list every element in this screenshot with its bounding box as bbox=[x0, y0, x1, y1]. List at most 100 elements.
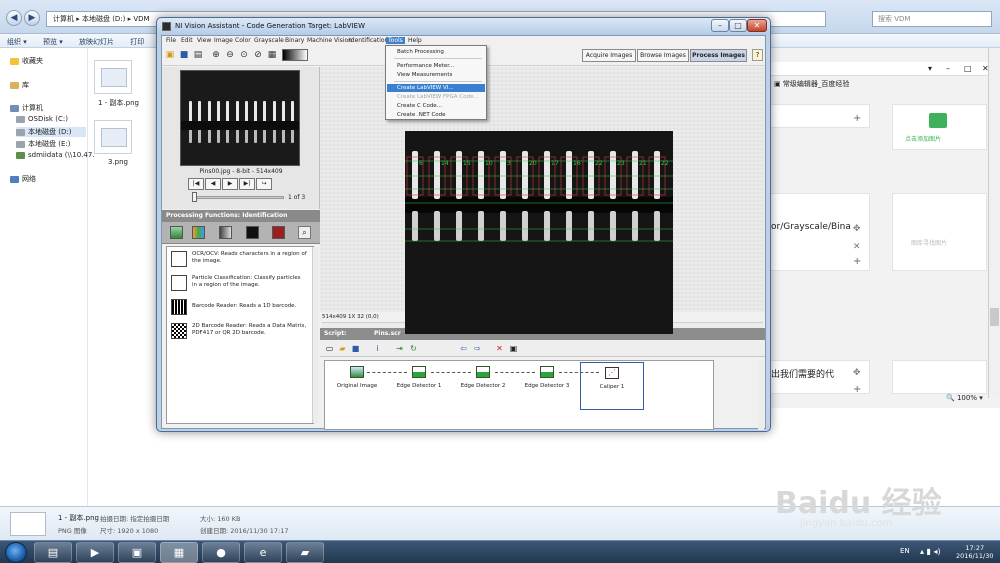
restore-icon[interactable]: □ bbox=[964, 64, 972, 73]
menu-image[interactable]: Image bbox=[212, 37, 235, 44]
add-image-box[interactable]: 点击添加图片 bbox=[892, 104, 987, 150]
tray-icons[interactable]: ▴ ▮ ◂) bbox=[920, 547, 941, 556]
file-name[interactable]: 1 - 副本.png bbox=[98, 98, 139, 108]
recorder-task-icon[interactable]: ● bbox=[202, 542, 240, 563]
menu-item-batch-processing[interactable]: Batch Processing bbox=[387, 48, 485, 56]
image-thumbnail[interactable] bbox=[180, 70, 300, 166]
clock[interactable]: 17:27 2016/11/30 bbox=[956, 544, 993, 560]
breadcrumb-item[interactable]: 计算机 bbox=[53, 15, 74, 23]
menu-color[interactable]: Color bbox=[233, 37, 253, 44]
dropdown-icon[interactable]: ▾ bbox=[928, 64, 932, 73]
function-list-scrollbar[interactable] bbox=[312, 247, 318, 423]
start-button[interactable] bbox=[5, 542, 27, 563]
palette-gradient[interactable] bbox=[282, 49, 308, 61]
menu-binary[interactable]: Binary bbox=[283, 37, 306, 44]
menu-grayscale[interactable]: Grayscale bbox=[252, 37, 286, 44]
scroll-thumb[interactable] bbox=[990, 308, 999, 326]
lut-icon[interactable]: ▦ bbox=[266, 49, 278, 61]
open-script-icon[interactable]: ▰ bbox=[337, 343, 348, 354]
menu-item-view-measurements[interactable]: View Measurements bbox=[387, 71, 485, 79]
info-icon[interactable]: i bbox=[372, 343, 383, 354]
tab-browse-images[interactable]: Browse Images bbox=[637, 49, 689, 62]
zoom-out-icon[interactable]: ⊖ bbox=[224, 49, 236, 61]
breadcrumb-item[interactable]: VDM bbox=[133, 15, 149, 23]
delete-icon[interactable]: ✕ bbox=[853, 242, 861, 252]
file-name[interactable]: 3.png bbox=[108, 158, 128, 166]
new-script-icon[interactable]: ▭ bbox=[324, 343, 335, 354]
run-continuous-icon[interactable]: ↻ bbox=[408, 343, 419, 354]
identification-category-icon[interactable]: ⌕ bbox=[298, 226, 311, 239]
sidebar-item-favorites[interactable]: 收藏夹 bbox=[10, 56, 43, 66]
move-icon[interactable]: ✥ bbox=[853, 368, 861, 378]
search-input[interactable]: 搜索 VDM bbox=[872, 11, 992, 27]
vision-assistant-task-icon[interactable]: ▦ bbox=[160, 542, 198, 563]
image-slider[interactable] bbox=[192, 196, 284, 199]
print-button[interactable]: 打印 bbox=[123, 34, 151, 50]
machine-vision-category-icon[interactable] bbox=[272, 226, 285, 239]
sidebar-item-network-drive[interactable]: sdmiidata (\\10.47. bbox=[16, 151, 95, 159]
menu-item-create-net-code[interactable]: Create .NET Code bbox=[387, 111, 485, 119]
breadcrumb-item[interactable]: 本地磁盘 (D:) bbox=[82, 15, 125, 23]
app-task-icon[interactable]: ▣ bbox=[118, 542, 156, 563]
sidebar-item-drive[interactable]: 本地磁盘 (E:) bbox=[16, 139, 70, 149]
list-item[interactable]: 2D Barcode Reader: Reads a Data Matrix, … bbox=[171, 323, 307, 339]
grayscale-category-icon[interactable] bbox=[219, 226, 232, 239]
menu-edit[interactable]: Edit bbox=[179, 37, 195, 44]
image-library-box[interactable]: 图库寻找图片 bbox=[892, 193, 987, 271]
language-indicator[interactable]: EN bbox=[900, 547, 910, 555]
media-player-task-icon[interactable]: ▶ bbox=[76, 542, 114, 563]
menu-view[interactable]: View bbox=[195, 37, 213, 44]
plus-icon[interactable]: + bbox=[853, 256, 861, 267]
explorer-task-icon[interactable]: ▤ bbox=[34, 542, 72, 563]
delete-step-icon[interactable]: ✕ bbox=[494, 343, 505, 354]
list-item[interactable]: Particle Classification: Classify partic… bbox=[171, 275, 307, 291]
sidebar-item-drive[interactable]: OSDisk (C:) bbox=[16, 115, 68, 123]
zoom-fit-icon[interactable]: ⊙ bbox=[238, 49, 250, 61]
menu-identification[interactable]: Identification bbox=[347, 37, 390, 44]
print-icon[interactable]: ▤ bbox=[192, 49, 204, 61]
script-settings-icon[interactable]: ▣ bbox=[508, 343, 519, 354]
zoom-custom-icon[interactable]: ⊘ bbox=[252, 49, 264, 61]
minimize-icon[interactable]: – bbox=[946, 64, 950, 73]
image-box[interactable] bbox=[892, 360, 987, 394]
zoom-level[interactable]: 🔍 100% ▾ bbox=[946, 394, 983, 402]
tab-process-images[interactable]: Process Images bbox=[690, 49, 747, 62]
sidebar-item-network[interactable]: 网络 bbox=[10, 174, 36, 184]
menu-item-create-c-code[interactable]: Create C Code... bbox=[387, 102, 485, 110]
image-category-icon[interactable] bbox=[170, 226, 183, 239]
menu-item-create-labview-vi[interactable]: Create LabVIEW VI... bbox=[387, 84, 485, 92]
binary-category-icon[interactable] bbox=[246, 226, 259, 239]
sidebar-item-libraries[interactable]: 库 bbox=[10, 80, 29, 90]
next-image-button[interactable]: ▶ bbox=[222, 178, 238, 190]
color-category-icon[interactable] bbox=[192, 226, 205, 239]
browser-task-icon[interactable]: e bbox=[244, 542, 282, 563]
browser-scrollbar[interactable] bbox=[988, 48, 1000, 398]
list-item[interactable]: Barcode Reader: Reads a 1D barcode. bbox=[171, 299, 307, 315]
file-thumbnail[interactable] bbox=[94, 60, 132, 94]
processed-image[interactable]: 6 14 15 10 3 20 17 16 22 23 21 22 bbox=[405, 131, 673, 334]
browser-tab[interactable]: ▣ 常级编辑器_百度经验 bbox=[774, 79, 954, 90]
maximize-button[interactable]: □ bbox=[729, 19, 747, 32]
menu-help[interactable]: Help bbox=[406, 37, 424, 44]
back-icon[interactable]: ◀ bbox=[6, 10, 22, 26]
sidebar-item-drive-selected[interactable]: 本地磁盘 (D:) bbox=[16, 127, 86, 137]
plus-icon[interactable]: + bbox=[853, 384, 861, 395]
move-right-icon[interactable]: ⇨ bbox=[472, 343, 483, 354]
list-item[interactable]: OCR/OCV: Reads characters in a region of… bbox=[171, 251, 307, 267]
menu-file[interactable]: File bbox=[164, 37, 178, 44]
acquire-icon[interactable]: ▣ bbox=[164, 49, 176, 61]
script-scrollbar[interactable] bbox=[758, 360, 764, 430]
move-icon[interactable]: ✥ bbox=[853, 224, 861, 234]
help-button[interactable]: ? bbox=[752, 49, 763, 61]
run-once-icon[interactable]: ⇥ bbox=[394, 343, 405, 354]
save-icon[interactable]: ■ bbox=[178, 49, 190, 61]
last-image-button[interactable]: ▶| bbox=[239, 178, 255, 190]
close-button[interactable]: ✕ bbox=[747, 19, 767, 32]
loop-button[interactable]: ↪ bbox=[256, 178, 272, 190]
file-thumbnail[interactable] bbox=[94, 120, 132, 154]
tab-acquire-images[interactable]: Acquire Images bbox=[582, 49, 636, 62]
previous-image-button[interactable]: ◀ bbox=[205, 178, 221, 190]
title-bar[interactable]: NI Vision Assistant - Code Generation Ta… bbox=[157, 18, 770, 35]
plus-icon[interactable]: + bbox=[853, 113, 861, 124]
move-left-icon[interactable]: ⇦ bbox=[458, 343, 469, 354]
